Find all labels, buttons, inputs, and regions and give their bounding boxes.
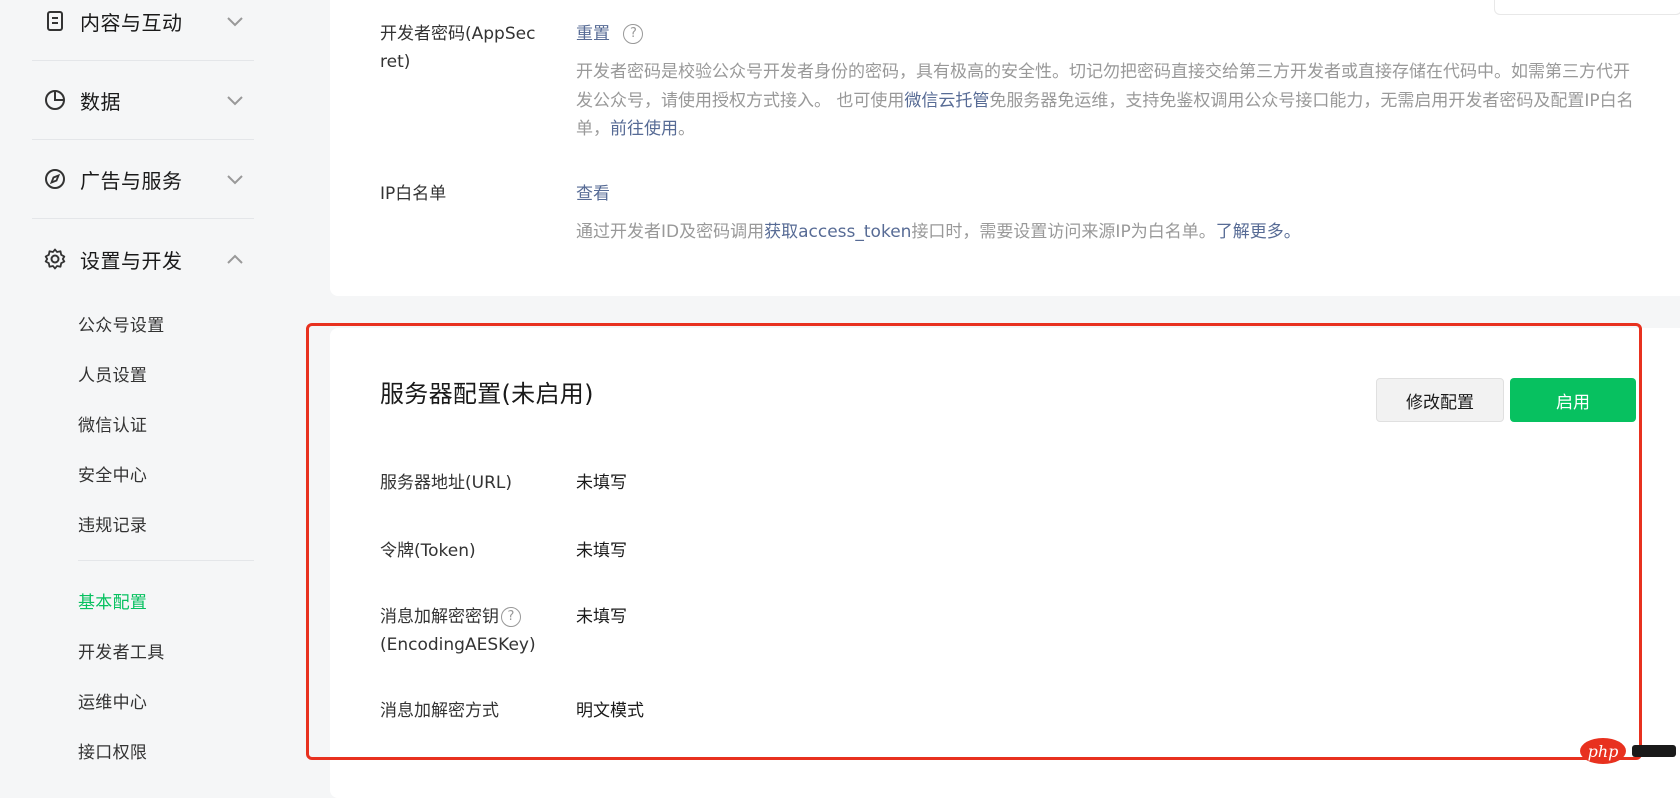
compass-icon [42,166,68,192]
sidebar-item-violation-records[interactable]: 违规记录 [78,511,147,536]
server-url-label: 服务器地址(URL) [380,473,512,493]
aes-key-label-line2: (EncodingAESKey) [380,635,536,655]
aes-key-label-line1: 消息加解密密钥? [380,603,536,631]
encryption-mode-value: 明文模式 [576,701,644,721]
sidebar-item-account-settings[interactable]: 公众号设置 [78,311,165,336]
chevron-down-icon [224,10,246,32]
divider [32,218,254,219]
sidebar-item-api-permissions[interactable]: 接口权限 [78,738,147,763]
wechat-cloud-hosting-link[interactable]: 微信云托管 [904,91,989,111]
help-icon[interactable]: ? [623,24,644,44]
learn-more-link[interactable]: 了解更多。 [1216,222,1301,242]
nav-group-settings-dev[interactable]: 设置与开发 [32,231,254,287]
server-config-title: 服务器配置(未启用) [380,380,594,408]
token-label: 令牌(Token) [380,541,476,561]
sidebar-item-wechat-verification[interactable]: 微信认证 [78,411,147,436]
dropdown-panel-edge [1494,0,1680,15]
ip-whitelist-label: IP白名单 [380,184,447,204]
sidebar-item-basic-config[interactable]: 基本配置 [78,588,147,613]
desc-text: 通过开发者ID及密码调用 [576,222,765,242]
appsecret-label-line2: ret) [380,52,411,72]
appsecret-description: 开发者密码是校验公众号开发者身份的密码，具有极高的安全性。切记勿把密码直接交给第… [576,58,1636,144]
sidebar-item-developer-tools[interactable]: 开发者工具 [78,638,165,663]
developer-settings-card: 开发者密码(AppSec ret) 重置 ? 开发者密码是校验公众号开发者身份的… [330,0,1680,296]
watermark: php [1580,738,1676,764]
token-value: 未填写 [576,541,627,561]
reset-link[interactable]: 重置 [576,24,610,44]
go-use-link[interactable]: 前往使用 [610,119,678,139]
pie-chart-icon [42,87,68,113]
ip-whitelist-view-wrap: 查看 [576,180,610,208]
chevron-down-icon [224,89,246,111]
chevron-up-icon [224,248,246,270]
nav-group-label: 设置与开发 [80,248,183,273]
php-logo: php [1580,738,1626,764]
sidebar: 内容与互动 数据 广告与服务 设置与开发 公众号设置 人员设置 微信认证 安全中… [0,0,300,784]
enable-button[interactable]: 启用 [1510,378,1636,422]
desc-text: 接口时，需要设置访问来源IP为白名单。 [911,222,1216,242]
server-config-card: 服务器配置(未启用) 修改配置 启用 服务器地址(URL) 未填写 令牌(Tok… [330,328,1680,798]
encryption-mode-label: 消息加解密方式 [380,701,499,721]
sidebar-item-ops-center[interactable]: 运维中心 [78,688,147,713]
sidebar-item-security-center[interactable]: 安全中心 [78,461,147,486]
divider [78,560,254,561]
gear-icon [42,246,68,272]
document-icon [42,8,68,34]
nav-group-data[interactable]: 数据 [32,72,254,128]
divider [32,139,254,140]
nav-group-label: 广告与服务 [80,168,183,193]
appsecret-actions: 重置 ? [576,20,644,48]
divider [32,60,254,61]
access-token-link[interactable]: 获取access_token [764,222,911,242]
desc-text: 。 [678,119,695,139]
view-link[interactable]: 查看 [576,184,610,204]
nav-group-label: 内容与互动 [80,10,183,35]
aes-key-label: 消息加解密密钥? (EncodingAESKey) [380,603,536,659]
chevron-down-icon [224,168,246,190]
modify-config-button[interactable]: 修改配置 [1376,378,1504,422]
aes-key-value: 未填写 [576,607,627,627]
nav-group-content-interaction[interactable]: 内容与互动 [32,0,254,49]
aes-key-label-text: 消息加解密密钥 [380,607,499,627]
help-icon[interactable]: ? [501,607,521,627]
appsecret-label-line1: 开发者密码(AppSec [380,24,536,44]
sidebar-item-staff-settings[interactable]: 人员设置 [78,361,147,386]
nav-group-ads-services[interactable]: 广告与服务 [32,151,254,207]
server-url-value: 未填写 [576,473,627,493]
nav-group-label: 数据 [80,89,121,114]
watermark-bar [1632,745,1676,757]
appsecret-label: 开发者密码(AppSec ret) [380,20,535,76]
ip-whitelist-description: 通过开发者ID及密码调用获取access_token接口时，需要设置访问来源IP… [576,218,1636,247]
